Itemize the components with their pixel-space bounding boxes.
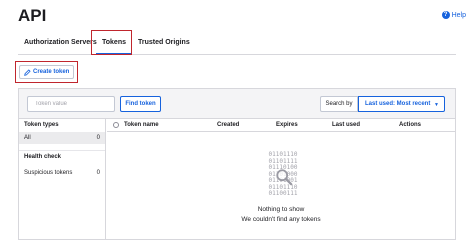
- help-label: Help: [451, 11, 466, 19]
- empty-state-title: Nothing to show: [257, 206, 305, 213]
- panel-toolbar: Find token Search by Last used: Most rec…: [19, 89, 455, 119]
- help-icon: ?: [441, 11, 450, 19]
- table-header: Token name Created Expires Last used Act…: [107, 119, 455, 132]
- sidebar-item-all[interactable]: All 0: [19, 132, 105, 144]
- sidebar-divider: [19, 150, 105, 151]
- tab-highlight-box: [91, 30, 132, 55]
- magnifier-icon: [276, 169, 293, 186]
- find-token-button[interactable]: Find token: [120, 96, 161, 112]
- tab-trusted-origins[interactable]: Trusted Origins: [138, 39, 190, 46]
- search-by-label: Search by: [320, 96, 358, 112]
- empty-state-subtitle: We couldn't find any tokens: [241, 216, 321, 223]
- sort-selected-value: Last used: Most recent: [365, 101, 431, 107]
- column-expires: Expires: [276, 122, 298, 128]
- sort-dropdown[interactable]: Last used: Most recent ▼: [358, 96, 445, 112]
- binary-line: 01100111: [268, 190, 298, 197]
- tab-bar: Authorization Servers Tokens Trusted Ori…: [18, 30, 456, 55]
- sidebar-item-count: 0: [96, 135, 100, 141]
- help-link[interactable]: ? Help: [441, 11, 466, 19]
- tokens-panel: Find token Search by Last used: Most rec…: [18, 88, 456, 240]
- page-title: API: [18, 6, 47, 25]
- caret-down-icon: ▼: [434, 102, 439, 108]
- empty-state-illustration: 01101110 01101111 01110100 01101000 0110…: [258, 151, 308, 208]
- column-last-used: Last used: [332, 122, 361, 128]
- token-search-input[interactable]: [27, 96, 115, 112]
- token-types-heading: Token types: [24, 122, 59, 128]
- sidebar-item-count: 0: [96, 170, 100, 176]
- sidebar-item-suspicious-tokens[interactable]: Suspicious tokens 0: [19, 167, 105, 179]
- select-all-radio[interactable]: [113, 122, 119, 128]
- column-created: Created: [217, 122, 240, 128]
- health-check-heading: Health check: [24, 154, 62, 160]
- column-token-name: Token name: [124, 122, 159, 128]
- create-highlight-box: [15, 61, 78, 83]
- column-actions: Actions: [399, 122, 422, 128]
- sidebar-item-label: Suspicious tokens: [24, 170, 73, 176]
- filter-sidebar: Token types All 0 Health check Suspiciou…: [19, 119, 106, 239]
- sidebar-item-label: All: [24, 135, 31, 141]
- tab-authorization-servers[interactable]: Authorization Servers: [24, 39, 97, 46]
